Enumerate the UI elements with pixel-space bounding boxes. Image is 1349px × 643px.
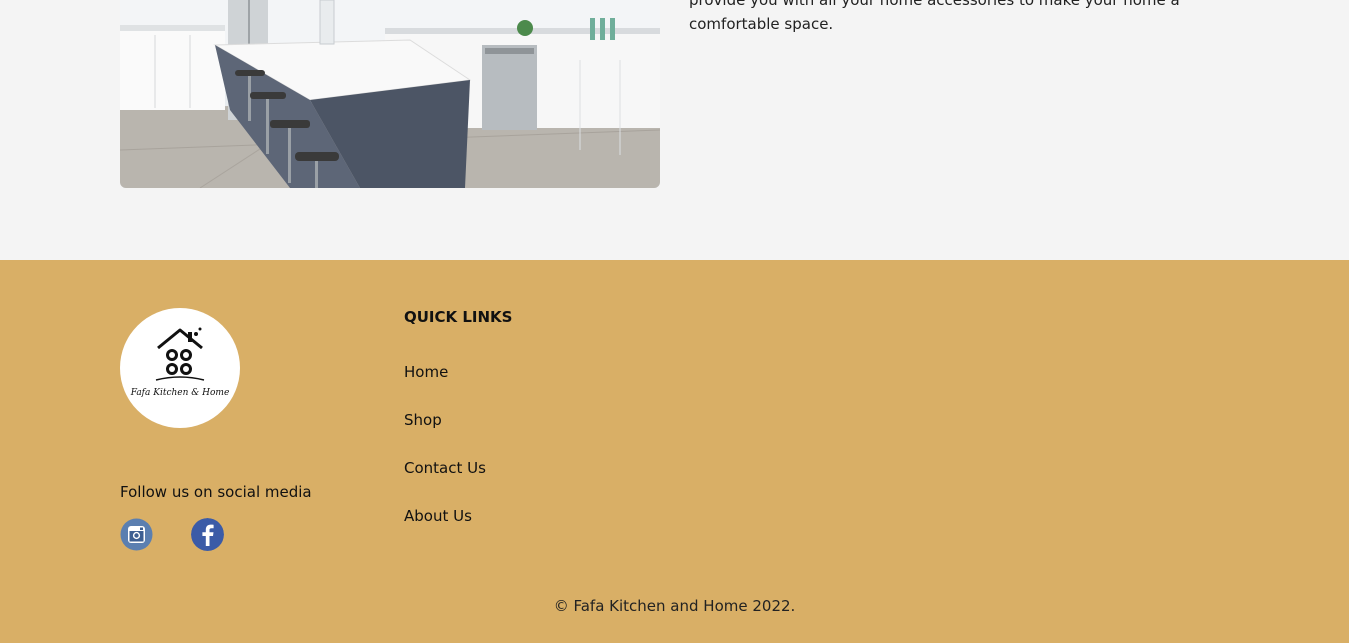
quick-links-list: Home Shop Contact Us About Us: [404, 362, 486, 554]
about-text-line1: provide you with all your home accessori…: [689, 0, 1180, 9]
quick-link-item: Shop: [404, 410, 486, 458]
quick-link-about-us[interactable]: About Us: [404, 507, 472, 525]
quick-link-item: About Us: [404, 506, 486, 554]
site-footer: Fafa Kitchen & Home Follow us on social …: [0, 260, 1349, 643]
about-description: provide you with all your home accessori…: [689, 0, 1189, 36]
brand-logo[interactable]: Fafa Kitchen & Home: [120, 308, 240, 428]
facebook-icon[interactable]: [191, 518, 224, 551]
quick-link-home[interactable]: Home: [404, 363, 448, 381]
quick-links-heading: QUICK LINKS: [404, 308, 513, 326]
quick-link-item: Contact Us: [404, 458, 486, 506]
copyright-notice: © Fafa Kitchen and Home 2022.: [553, 597, 796, 615]
quick-link-contact-us[interactable]: Contact Us: [404, 459, 486, 477]
house-logo-icon: Fafa Kitchen & Home: [130, 327, 230, 398]
follow-us-label: Follow us on social media: [120, 483, 312, 501]
social-links: [120, 518, 224, 551]
quick-link-item: Home: [404, 362, 486, 410]
quick-link-shop[interactable]: Shop: [404, 411, 442, 429]
kitchen-photo: [120, 0, 660, 188]
logo-wordmark: Fafa Kitchen & Home: [130, 388, 230, 398]
instagram-icon[interactable]: [120, 518, 153, 551]
about-section: provide you with all your home accessori…: [0, 0, 1349, 260]
about-text-line2: comfortable space.: [689, 15, 834, 33]
